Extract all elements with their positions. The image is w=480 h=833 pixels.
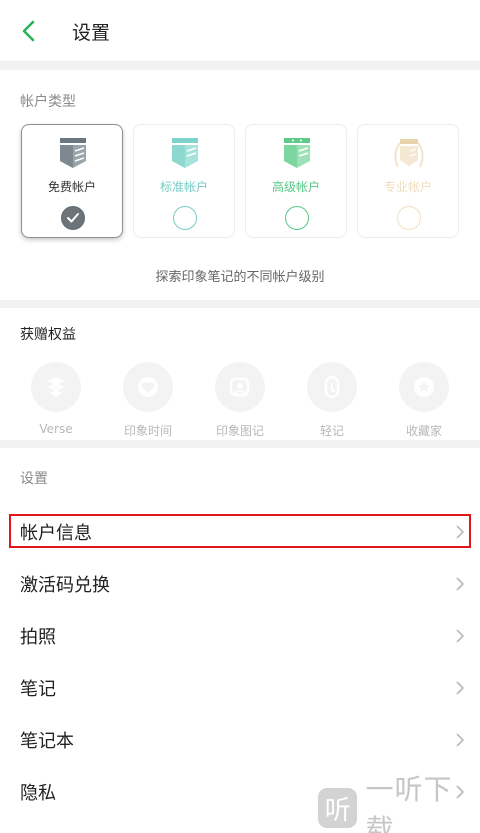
benefit-collector[interactable]: 收藏家 bbox=[394, 362, 454, 439]
page-title: 设置 bbox=[72, 22, 111, 44]
standard-account-pocket-icon bbox=[172, 138, 198, 168]
back-button[interactable] bbox=[14, 16, 44, 46]
check-icon bbox=[67, 213, 79, 223]
watermark-logo: 听 bbox=[318, 788, 358, 828]
benefit-icon-circle bbox=[123, 362, 173, 412]
radio-checked[interactable] bbox=[61, 206, 85, 230]
settings-row-label: 隐私 bbox=[20, 783, 56, 804]
benefit-verse[interactable]: Verse bbox=[26, 362, 86, 436]
account-card-standard[interactable]: 标准帐户 bbox=[133, 124, 235, 238]
benefit-label: 轻记 bbox=[319, 424, 344, 438]
settings-row-label: 激活码兑换 bbox=[20, 575, 110, 596]
account-card-label: 免费帐户 bbox=[47, 180, 96, 194]
highlight-annotation-box bbox=[9, 514, 471, 548]
settings-row-notebooks[interactable]: 笔记本 bbox=[0, 714, 480, 766]
account-types-section: 帐户类型 免费帐户 标准帐户 高级帐户 专业帐户 探索印象笔记的不同帐户级别 bbox=[0, 70, 480, 300]
free-account-pocket-icon bbox=[60, 138, 86, 168]
account-card-premium[interactable]: 高级帐户 bbox=[245, 124, 347, 238]
chevron-right-icon bbox=[456, 681, 465, 695]
account-card-free[interactable]: 免费帐户 bbox=[21, 124, 123, 238]
verse-icon bbox=[47, 377, 65, 397]
chevron-right-icon bbox=[456, 733, 465, 747]
account-card-label: 高级帐户 bbox=[271, 180, 320, 194]
star-badge-icon bbox=[414, 377, 434, 397]
chevron-left-icon bbox=[22, 20, 35, 42]
benefit-yinxiang-time[interactable]: 印象时间 bbox=[118, 362, 178, 439]
account-card-label: 专业帐户 bbox=[383, 180, 432, 194]
benefit-image-note[interactable]: 印象图记 bbox=[210, 362, 270, 439]
benefit-icon-circle bbox=[307, 362, 357, 412]
settings-row-notes[interactable]: 笔记 bbox=[0, 662, 480, 714]
section-label-benefits: 获赠权益 bbox=[20, 327, 76, 343]
section-label-settings: 设置 bbox=[20, 471, 48, 487]
account-card-professional[interactable]: 专业帐户 bbox=[357, 124, 459, 238]
settings-row-label: 拍照 bbox=[20, 627, 56, 648]
account-card-label: 标准帐户 bbox=[159, 180, 208, 194]
settings-row-activation-code[interactable]: 激活码兑换 bbox=[0, 558, 480, 610]
chevron-right-icon bbox=[456, 629, 465, 643]
watermark: 听 一听下载 bbox=[318, 773, 480, 833]
explore-account-levels-link[interactable]: 探索印象笔记的不同帐户级别 bbox=[0, 266, 480, 285]
radio-unchecked[interactable] bbox=[397, 206, 421, 230]
radio-unchecked[interactable] bbox=[285, 206, 309, 230]
benefit-icon-circle bbox=[215, 362, 265, 412]
premium-account-pocket-icon bbox=[284, 138, 310, 168]
radio-unchecked[interactable] bbox=[173, 206, 197, 230]
benefit-icon-circle bbox=[399, 362, 449, 412]
benefit-label: 印象时间 bbox=[123, 424, 172, 438]
benefit-label: Verse bbox=[39, 422, 73, 436]
benefit-light-note[interactable]: 轻记 bbox=[302, 362, 362, 439]
top-bar: 设置 bbox=[0, 0, 480, 62]
benefit-label: 收藏家 bbox=[405, 424, 442, 438]
chevron-right-icon bbox=[456, 577, 465, 591]
settings-row-label: 笔记 bbox=[20, 679, 56, 700]
light-note-icon bbox=[324, 375, 340, 399]
heart-clock-icon bbox=[138, 377, 158, 397]
image-note-icon bbox=[229, 377, 250, 397]
professional-account-pocket-icon bbox=[394, 139, 424, 168]
benefit-icon-circle bbox=[31, 362, 81, 412]
watermark-text: 一听下载 bbox=[365, 773, 453, 833]
benefits-section: 获赠权益 Verse 印象时间 印象图记 轻记 收藏家 bbox=[0, 308, 480, 440]
benefit-label: 印象图记 bbox=[215, 424, 264, 438]
settings-row-camera[interactable]: 拍照 bbox=[0, 610, 480, 662]
settings-row-label: 笔记本 bbox=[20, 731, 74, 752]
section-label-account-types: 帐户类型 bbox=[20, 94, 76, 110]
